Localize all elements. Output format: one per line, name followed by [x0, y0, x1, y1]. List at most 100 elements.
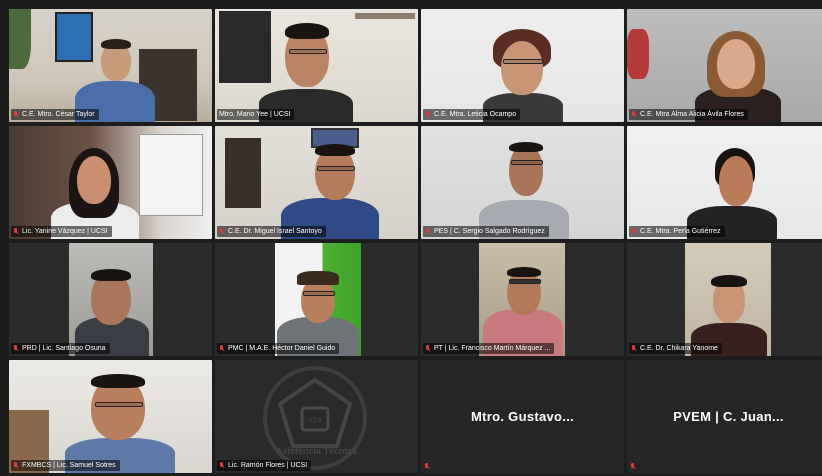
video-grid: C.E. Mtro. César Taylor Mtro. Mario Yee … — [9, 9, 822, 476]
participant-tile[interactable]: C.E. Dr. Miguel Israel Santoyo — [215, 126, 418, 239]
person-hair — [285, 23, 329, 39]
wall-shelf — [225, 138, 261, 208]
participant-tile[interactable]: C.E. Dr. Chikara Yanome — [627, 243, 822, 356]
participant-name: PMC | M.A.E. Héctor Daniel Guido — [228, 345, 336, 352]
participant-tile[interactable]: PMC | M.A.E. Héctor Daniel Guido — [215, 243, 418, 356]
person-head — [501, 41, 543, 95]
person-head — [719, 156, 753, 206]
participant-tile[interactable]: C.E. Mtro. César Taylor — [9, 9, 212, 122]
muted-mic-icon — [630, 463, 636, 470]
person-head — [77, 156, 111, 204]
video-feed — [421, 126, 624, 239]
wall-shelf — [355, 13, 415, 19]
glasses — [289, 49, 327, 54]
participant-tile[interactable]: C.E. Mtra Alma Alicia Ávila Flores — [627, 9, 822, 122]
muted-mic-icon — [13, 111, 19, 118]
participant-name-label: C.E. Dr. Miguel Israel Santoyo — [217, 226, 326, 237]
participant-display-name: Mtro. Gustavo... — [470, 409, 575, 424]
participant-tile[interactable]: Lic. Yanine Vázquez | UCSI — [9, 126, 212, 239]
muted-mic-icon — [424, 463, 430, 470]
participant-tile[interactable]: FXMBCS | Lic. Samuel Sotres — [9, 360, 212, 473]
participant-display-name: PVEM | C. Juan... — [673, 409, 784, 424]
participant-name: C.E. Dr. Chikara Yanome — [640, 345, 718, 352]
participant-tile[interactable]: PRD | Lic. Santiago Osuna — [9, 243, 212, 356]
participant-name: C.E. Mtra. Leticia Ocampo — [434, 111, 517, 118]
muted-mic-icon — [631, 111, 637, 118]
participant-name-label: C.E. Mtra. Leticia Ocampo — [423, 109, 521, 120]
video-feed — [627, 126, 822, 239]
avatar-background: </> Asistencia Técnica — [215, 360, 418, 473]
muted-mic-icon — [425, 228, 431, 235]
participant-name-label: C.E. Mtra Alma Alicia Ávila Flores — [629, 109, 748, 120]
participant-name-label: Mtro. Mario Yee | UCSI — [217, 109, 295, 120]
video-inset — [685, 243, 771, 356]
participant-name-label: C.E. Mtro. César Taylor — [11, 109, 99, 120]
whiteboard — [139, 134, 203, 216]
participant-name: C.E. Mtra Alma Alicia Ávila Flores — [640, 111, 744, 118]
participant-name: C.E. Mtra. Perla Gutiérrez — [640, 228, 721, 235]
video-feed — [421, 9, 624, 122]
participant-name: C.E. Mtro. César Taylor — [22, 111, 95, 118]
participant-tile[interactable]: C.E. Mtra. Perla Gutiérrez — [627, 126, 822, 239]
participant-name-label: PT | Lic. Francisco Martín Márquez ... — [423, 343, 555, 354]
person-hair — [91, 269, 131, 281]
svg-text:</>: </> — [308, 415, 321, 425]
glasses — [511, 160, 543, 165]
wall-poster — [55, 12, 93, 62]
muted-mic-icon — [219, 462, 225, 469]
flowers — [627, 29, 649, 79]
participant-name: Lic. Yanine Vázquez | UCSI — [22, 228, 108, 235]
participant-tile-no-video[interactable]: PVEM | C. Juan... — [627, 360, 822, 473]
wall-frame — [219, 11, 271, 83]
video-feed — [9, 360, 212, 473]
video-feed — [215, 9, 418, 122]
participant-name: PES | C. Sergio Salgado Rodríguez — [434, 228, 545, 235]
video-inset — [69, 243, 153, 356]
participant-name-label: PES | C. Sergio Salgado Rodríguez — [423, 226, 549, 237]
glasses — [317, 166, 355, 171]
logo-caption: Asistencia Técnica — [275, 446, 358, 456]
video-inset — [479, 243, 565, 356]
participant-name: FXMBCS | Lic. Samuel Sotres — [22, 462, 116, 469]
participant-name: PRD | Lic. Santiago Osuna — [22, 345, 106, 352]
participant-name: PT | Lic. Francisco Martín Márquez ... — [434, 345, 551, 352]
muted-mic-icon — [13, 228, 19, 235]
glasses — [303, 291, 335, 296]
muted-mic-icon — [425, 111, 431, 118]
person-hair — [315, 144, 355, 156]
participant-tile[interactable]: PT | Lic. Francisco Martín Márquez ... — [421, 243, 624, 356]
muted-mic-icon — [631, 345, 637, 352]
video-feed — [9, 243, 212, 356]
participant-tile[interactable]: PES | C. Sergio Salgado Rodríguez — [421, 126, 624, 239]
plant — [9, 9, 31, 69]
muted-mic-icon — [219, 228, 225, 235]
video-feed — [421, 243, 624, 356]
participant-tile[interactable]: C.E. Mtra. Leticia Ocampo — [421, 9, 624, 122]
muted-mic-icon — [13, 345, 19, 352]
video-feed — [9, 9, 212, 122]
muted-mic-icon — [219, 345, 225, 352]
participant-name-label: PRD | Lic. Santiago Osuna — [11, 343, 110, 354]
sunglasses — [509, 279, 541, 284]
video-feed — [627, 243, 822, 356]
participant-name: Mtro. Mario Yee | UCSI — [219, 111, 291, 118]
participant-name-label: FXMBCS | Lic. Samuel Sotres — [11, 460, 120, 471]
participant-name-label: Lic. Ramón Flores | UCSI — [217, 460, 312, 471]
participant-name: Lic. Ramón Flores | UCSI — [228, 462, 308, 469]
participant-tile-no-video[interactable]: Mtro. Gustavo... — [421, 360, 624, 473]
video-feed — [627, 9, 822, 122]
participant-name: C.E. Dr. Miguel Israel Santoyo — [228, 228, 322, 235]
person-hair — [101, 39, 131, 49]
participant-name-label: Lic. Yanine Vázquez | UCSI — [11, 226, 112, 237]
person-hair — [507, 267, 541, 277]
muted-mic-icon — [631, 228, 637, 235]
muted-mic-icon — [13, 462, 19, 469]
participant-tile-active-speaker[interactable]: Mtro. Mario Yee | UCSI — [215, 9, 418, 122]
person-cap — [297, 271, 339, 285]
person-hair — [711, 275, 747, 287]
video-feed — [9, 126, 212, 239]
person-hair — [91, 374, 145, 388]
person-head — [717, 39, 755, 89]
participant-tile[interactable]: </> Asistencia Técnica Lic. Ramón Flores… — [215, 360, 418, 473]
video-inset — [275, 243, 361, 356]
